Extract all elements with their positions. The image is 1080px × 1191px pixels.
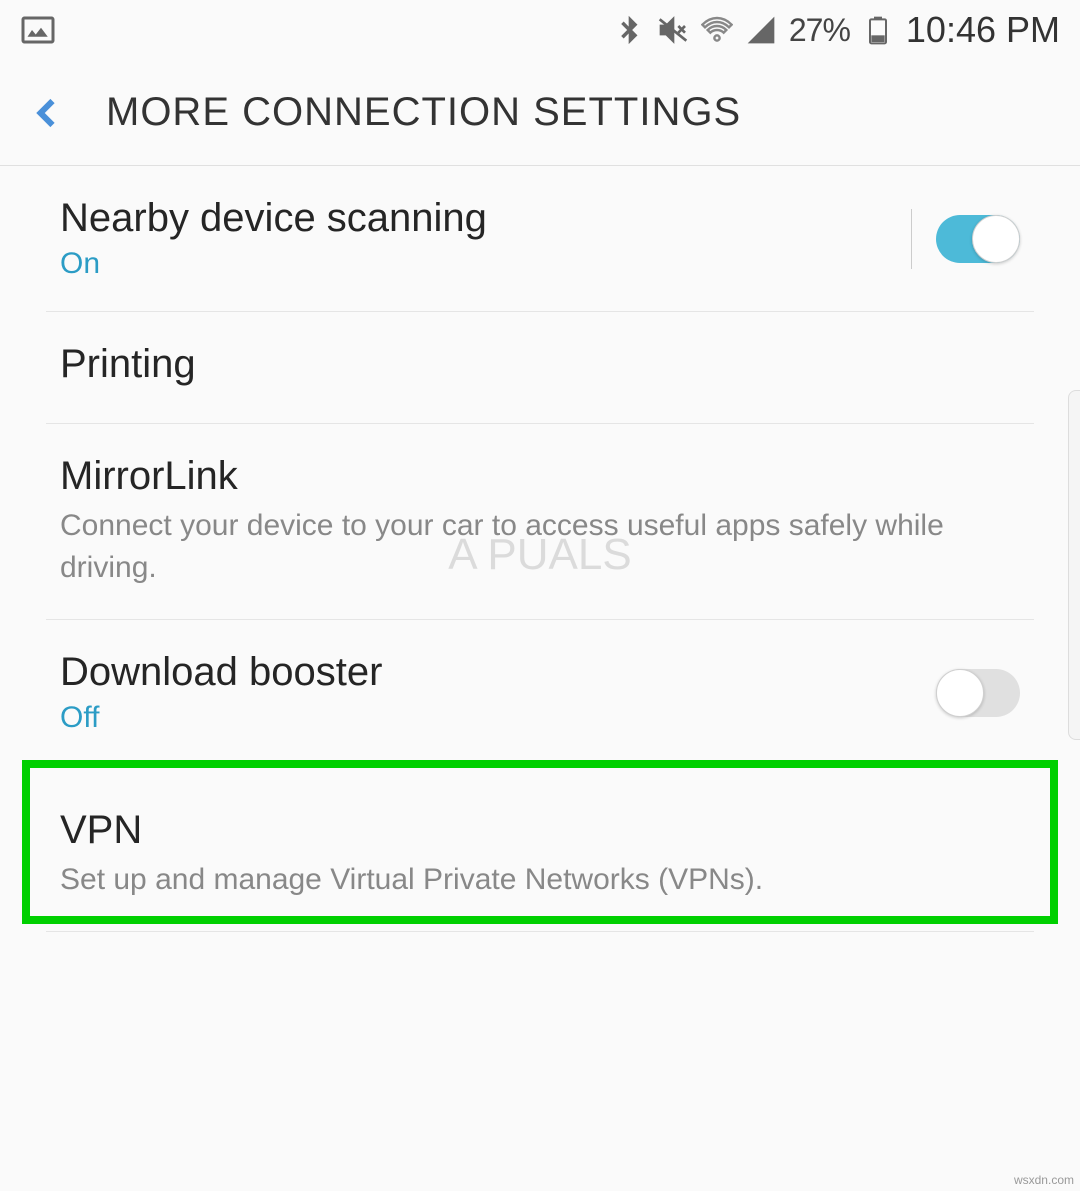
setting-content: Printing bbox=[60, 342, 1020, 393]
toggle-knob bbox=[936, 669, 984, 717]
vpn-highlight-wrapper: VPN Set up and manage Virtual Private Ne… bbox=[0, 766, 1080, 932]
setting-status: On bbox=[60, 247, 887, 281]
mute-vibrate-icon bbox=[657, 14, 689, 46]
wifi-icon bbox=[701, 14, 733, 46]
scroll-handle[interactable] bbox=[1068, 390, 1080, 740]
battery-percentage: 27% bbox=[789, 12, 850, 49]
settings-list: Nearby device scanning On Printing Mirro… bbox=[0, 166, 1080, 932]
signal-icon bbox=[745, 14, 777, 46]
setting-title: Printing bbox=[60, 342, 1020, 387]
clock-time: 10:46 PM bbox=[906, 9, 1060, 51]
status-right: 27% 10:46 PM bbox=[613, 9, 1060, 51]
setting-description: Connect your device to your car to acces… bbox=[60, 505, 1020, 589]
page-title: MORE CONNECTION SETTINGS bbox=[106, 90, 741, 135]
setting-vpn[interactable]: VPN Set up and manage Virtual Private Ne… bbox=[46, 778, 1034, 932]
status-bar: 27% 10:46 PM bbox=[0, 0, 1080, 60]
setting-status: Off bbox=[60, 701, 936, 735]
app-bar: MORE CONNECTION SETTINGS bbox=[0, 60, 1080, 166]
status-left bbox=[20, 12, 56, 48]
setting-printing[interactable]: Printing bbox=[46, 312, 1034, 424]
setting-content: Download booster Off bbox=[60, 650, 936, 735]
setting-title: Nearby device scanning bbox=[60, 196, 887, 241]
separator bbox=[911, 209, 912, 269]
toggle-nearby-scanning[interactable] bbox=[936, 215, 1020, 263]
picture-icon bbox=[20, 12, 56, 48]
setting-title: MirrorLink bbox=[60, 454, 1020, 499]
back-icon[interactable] bbox=[30, 95, 66, 131]
setting-nearby-scanning[interactable]: Nearby device scanning On bbox=[46, 166, 1034, 312]
setting-content: VPN Set up and manage Virtual Private Ne… bbox=[60, 808, 1020, 901]
setting-title: Download booster bbox=[60, 650, 936, 695]
setting-mirrorlink[interactable]: MirrorLink Connect your device to your c… bbox=[46, 424, 1034, 620]
source-attribution: wsxdn.com bbox=[1014, 1173, 1074, 1187]
setting-content: MirrorLink Connect your device to your c… bbox=[60, 454, 1020, 589]
battery-icon bbox=[862, 14, 894, 46]
setting-description: Set up and manage Virtual Private Networ… bbox=[60, 859, 1020, 901]
setting-title: VPN bbox=[60, 808, 1020, 853]
toggle-download-booster[interactable] bbox=[936, 669, 1020, 717]
setting-content: Nearby device scanning On bbox=[60, 196, 887, 281]
toggle-knob bbox=[972, 215, 1020, 263]
bluetooth-icon bbox=[613, 14, 645, 46]
setting-download-booster[interactable]: Download booster Off bbox=[46, 620, 1034, 766]
